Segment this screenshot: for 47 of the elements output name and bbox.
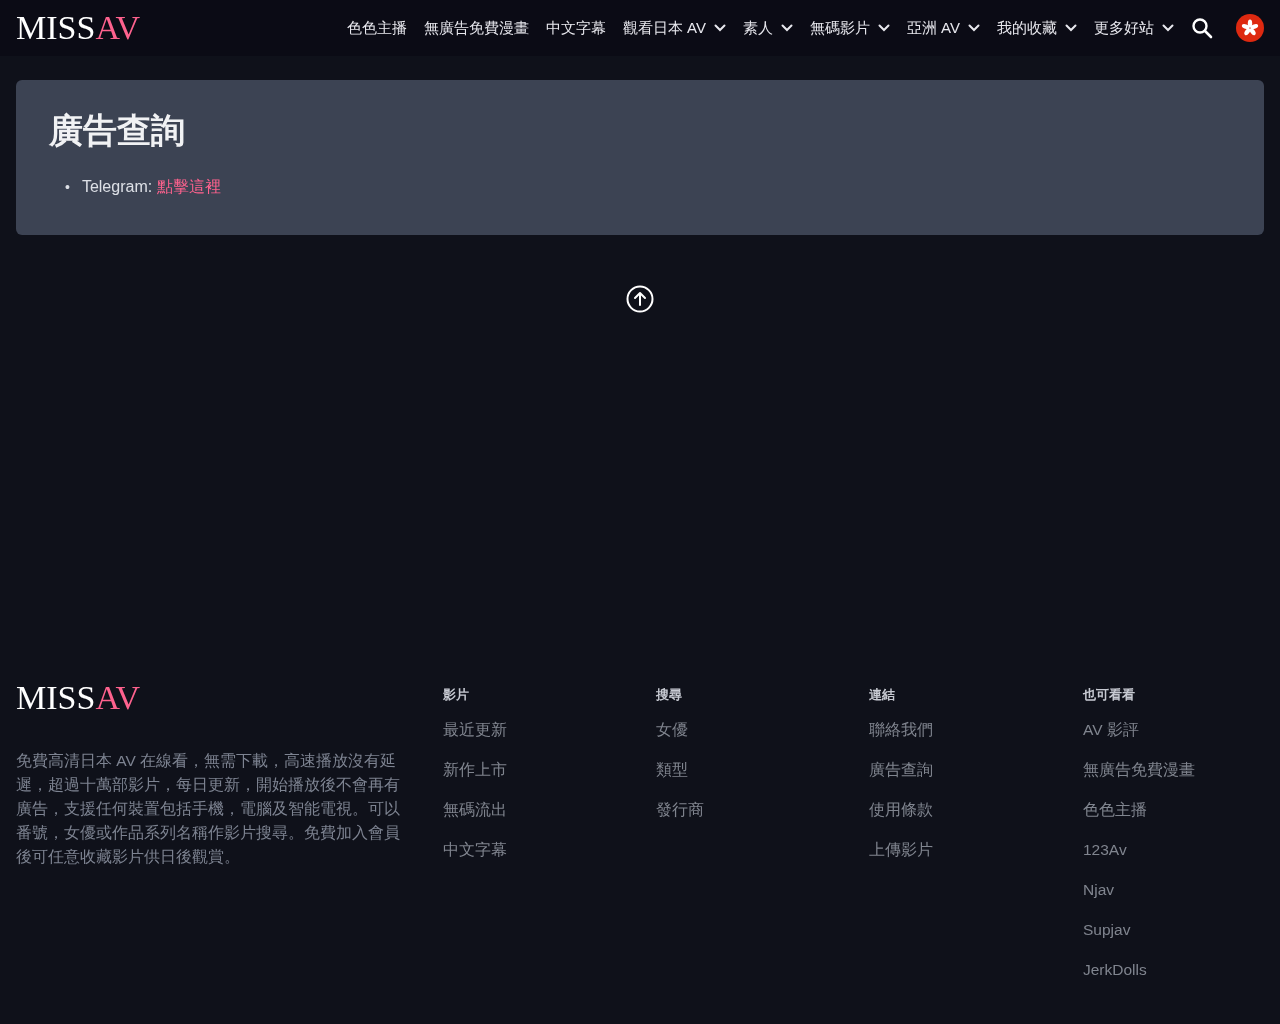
footer-link[interactable]: Njav xyxy=(1083,879,1114,901)
nav-link[interactable]: 素人 xyxy=(742,18,793,38)
chevron-down-icon xyxy=(877,24,890,32)
nav-link[interactable]: 觀看日本 AV xyxy=(622,18,726,38)
footer-link[interactable]: 123Av xyxy=(1083,839,1127,861)
footer-link[interactable]: 使用條款 xyxy=(869,799,933,821)
footer-link[interactable]: 上傳影片 xyxy=(869,839,933,861)
nav-link[interactable]: 中文字幕 xyxy=(545,18,606,38)
footer-link[interactable]: 類型 xyxy=(656,759,688,781)
page-title: 廣告查詢 xyxy=(49,110,186,151)
footer-link[interactable]: 女優 xyxy=(656,719,688,741)
chevron-down-icon xyxy=(780,24,793,32)
footer-heading: 也可看看 xyxy=(1083,686,1135,704)
footer-heading: 搜尋 xyxy=(656,686,682,704)
footer-link[interactable]: JerkDolls xyxy=(1083,959,1147,981)
site-logo[interactable]: MISSAV xyxy=(16,681,141,715)
footer-link[interactable]: Supjav xyxy=(1083,919,1131,941)
footer-link[interactable]: 色色主播 xyxy=(1083,799,1147,821)
contact-item: Telegram: 點擊這裡 xyxy=(81,176,221,197)
chevron-down-icon xyxy=(713,24,726,32)
footer-link[interactable]: 無廣告免費漫畫 xyxy=(1083,759,1195,781)
nav-link[interactable]: 我的收藏 xyxy=(997,18,1077,38)
footer-link[interactable]: 發行商 xyxy=(656,799,704,821)
footer-link[interactable]: 新作上市 xyxy=(443,759,507,781)
footer-heading: 影片 xyxy=(443,686,469,704)
nav-link[interactable]: 色色主播 xyxy=(346,18,407,38)
language-flag-button[interactable] xyxy=(1236,14,1264,42)
footer-link[interactable]: 最近更新 xyxy=(443,719,507,741)
nav-link[interactable]: 亞洲 AV xyxy=(906,18,980,38)
footer-link[interactable]: 中文字幕 xyxy=(443,839,507,861)
search-button[interactable] xyxy=(1191,17,1213,39)
list-bullet: • xyxy=(65,177,70,196)
chevron-down-icon xyxy=(968,24,980,32)
chevron-down-icon xyxy=(1065,24,1077,32)
footer-link[interactable]: 無碼流出 xyxy=(443,799,507,821)
footer-heading: 連結 xyxy=(869,686,895,704)
nav-link[interactable]: 更多好站 xyxy=(1094,18,1174,38)
nav-link[interactable]: 無碼影片 xyxy=(809,18,890,38)
scroll-to-top-button[interactable] xyxy=(626,284,654,313)
nav-link[interactable]: 無廣告免費漫畫 xyxy=(423,18,529,38)
site-logo[interactable]: MISSAV xyxy=(16,11,141,45)
chevron-down-icon xyxy=(1162,24,1174,32)
telegram-link[interactable]: 點擊這裡 xyxy=(156,177,221,195)
footer-link[interactable]: AV 影評 xyxy=(1083,719,1139,741)
site-description: 免費高清日本 AV 在線看，無需下載，高速播放沒有延遲，超過十萬部影片，每日更新，開始播放後不會再有廣告，支援任何裝置包括手機，電腦及智能電視。可以番號，女優或作品系列名稱作影片搜尋。免費加入會員後可任意收藏影片供日後觀賞。 xyxy=(16,751,401,867)
footer-link[interactable]: 聯絡我們 xyxy=(869,719,933,741)
footer-link[interactable]: 廣告查詢 xyxy=(869,759,933,781)
